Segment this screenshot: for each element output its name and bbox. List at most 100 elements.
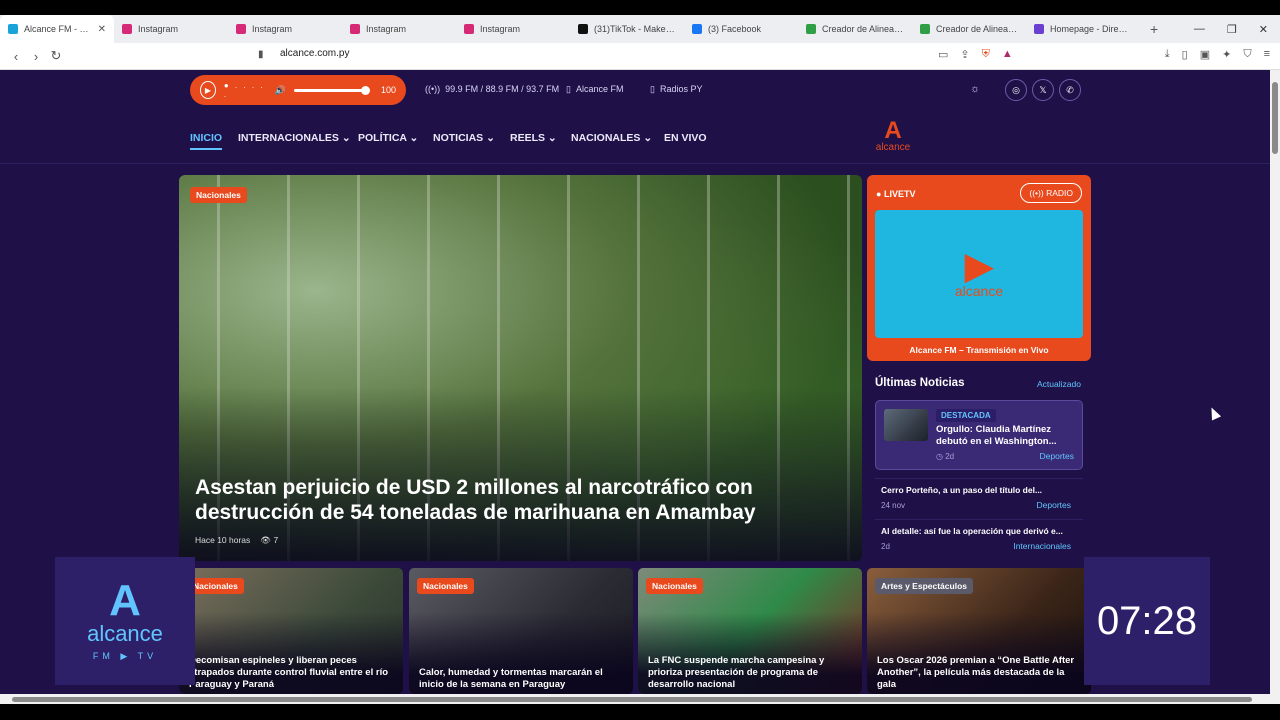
eye-icon: 👁 [260,535,272,545]
download-icon[interactable]: ⤓ [1165,48,1170,61]
brave-rewards-icon[interactable]: ▲ [1002,48,1013,61]
theme-toggle-icon[interactable]: ☼ [970,83,980,95]
url-field[interactable]: alcance.com.py [280,48,349,59]
featured-tag: DESTACADA [936,409,996,422]
tab-instagram-1[interactable]: Instagram [114,15,228,43]
news-card[interactable]: Nacionales Decomisan espineles y liberan… [179,568,403,694]
site-logo[interactable]: A alcance [870,119,916,154]
card-title[interactable]: Decomisan espineles y liberan peces atra… [189,655,394,691]
reload-icon[interactable]: ↻ [46,48,66,64]
maximize-icon[interactable]: ❐ [1227,23,1237,36]
featured-thumbnail [884,409,928,441]
sidebar-icon[interactable]: ▯ [1182,48,1188,61]
featured-title[interactable]: Orgullo: Claudia Martínez debutó en el W… [936,424,1076,448]
broadcast-icon: ((•)) [425,84,441,94]
instagram-icon [236,24,246,34]
hero-article[interactable]: Nacionales Asestan perjuicio de USD 2 mi… [179,175,862,561]
nav-nacionales[interactable]: NACIONALES ⌄ [571,132,652,144]
bookmark-icon[interactable]: ▮ [258,49,264,60]
play-icon[interactable]: ▶ [200,81,216,99]
news-card[interactable]: Nacionales Calor, humedad y tormentas ma… [409,568,633,694]
featured-news-item[interactable]: DESTACADA Orgullo: Claudia Martínez debu… [875,400,1083,470]
live-label: ● LIVETV [876,189,916,199]
card-title[interactable]: Los Oscar 2026 premian a “One Battle Aft… [877,655,1082,691]
instagram-icon[interactable]: ◎ [1005,79,1027,101]
latest-updated-link[interactable]: Actualizado [1037,379,1081,389]
featured-category[interactable]: Deportes [1040,451,1075,461]
nav-politica[interactable]: POLÍTICA ⌄ [358,132,418,144]
hero-category-badge[interactable]: Nacionales [190,187,247,203]
instagram-icon [464,24,474,34]
cast-icon[interactable]: ▭ [938,48,948,61]
minimize-icon[interactable]: — [1194,23,1205,36]
whatsapp-icon[interactable]: ✆ [1059,79,1081,101]
volume-slider[interactable] [293,85,371,95]
nav-noticias[interactable]: NOTICIAS ⌄ [433,132,495,144]
card-category-badge[interactable]: Nacionales [646,578,703,594]
hero-title[interactable]: Asestan perjuicio de USD 2 millones al n… [195,475,835,525]
phone-icon: ▯ [650,84,655,94]
tab-tiktok[interactable]: (31)TikTok - Make You [570,15,684,43]
card-category-badge[interactable]: Artes y Espectáculos [875,578,973,594]
phone-icon: ▯ [566,84,571,94]
radio-button[interactable]: ((•)) RADIO [1020,183,1082,203]
tab-facebook[interactable]: (3) Facebook [684,15,798,43]
frequency-info: ((•)) 99.9 FM / 88.9 FM / 93.7 FM [425,84,560,94]
card-category-badge[interactable]: Nacionales [417,578,474,594]
x-twitter-icon[interactable]: 𝕏 [1032,79,1054,101]
list-item[interactable]: Al detalle: así fue la operación que der… [875,519,1083,557]
featured-age: ◷ 2d [936,452,955,461]
radio-player: ▶ ● . . . . . 🔊 100 [190,75,406,105]
share-icon[interactable]: ⇪ [960,48,969,61]
clock-icon: ◷ [936,452,943,461]
news-card[interactable]: Artes y Espectáculos Los Oscar 2026 prem… [867,568,1091,694]
vpn-icon[interactable]: ⛉ [1243,48,1251,61]
forward-icon[interactable]: › [26,49,46,64]
volume-icon[interactable]: 🔊 [275,85,286,96]
play-icon[interactable]: ▶ [965,248,993,284]
instagram-icon [350,24,360,34]
menu-icon[interactable]: ≡ [1264,48,1270,61]
sheets-icon [920,24,930,34]
close-tab-icon[interactable]: ✕ [98,24,106,35]
card-category-badge[interactable]: Nacionales [187,578,244,594]
stream-overlay-clock: 07:28 [1084,557,1210,685]
horizontal-scrollbar[interactable] [0,694,1280,704]
link-alcance-fm[interactable]: ▯ Alcance FM [566,84,623,95]
nav-reels[interactable]: REELS ⌄ [510,132,557,144]
hero-meta: Hace 10 horas 👁 7 [195,535,279,545]
vertical-scrollbar[interactable] [1270,70,1280,694]
alcance-logo-icon: A [109,575,141,625]
tab-instagram-2[interactable]: Instagram [228,15,342,43]
list-item[interactable]: Cerro Porteño, a un paso del título del.… [875,478,1083,516]
volume-value: 100 [380,85,396,95]
card-title[interactable]: Calor, humedad y tormentas marcarán el i… [419,667,624,691]
instagram-icon [122,24,132,34]
live-caption: Alcance FM – Transmisión en Vivo [909,345,1049,355]
tab-creador-1[interactable]: Creador de Alineacio [798,15,912,43]
main-nav: INICIO INTERNACIONALES ⌄ POLÍTICA ⌄ NOTI… [0,110,1270,164]
nav-en-vivo[interactable]: EN VIVO [664,132,707,144]
back-icon[interactable]: ‹ [6,49,26,64]
browser-tab-bar: Alcance FM - Bue ✕ Instagram Instagram In… [0,15,1280,43]
tab-alcance[interactable]: Alcance FM - Bue ✕ [0,15,114,43]
broadcast-icon: ((•)) [1029,188,1044,198]
views-count: 👁 7 [260,535,279,545]
nav-inicio[interactable]: INICIO [190,132,223,150]
latest-news-heading: Últimas Noticias [875,377,965,389]
tab-instagram-3[interactable]: Instagram [342,15,456,43]
leo-icon[interactable]: ✦ [1222,48,1231,61]
live-video-player[interactable]: ▶ alcance [875,210,1083,338]
card-title[interactable]: La FNC suspende marcha campesina y prior… [648,655,853,691]
tab-instagram-4[interactable]: Instagram [456,15,570,43]
news-card[interactable]: Nacionales La FNC suspende marcha campes… [638,568,862,694]
wallet-icon[interactable]: ▣ [1200,48,1210,61]
tiktok-icon [578,24,588,34]
new-tab-icon[interactable]: + [1140,21,1168,37]
tab-homepage[interactable]: Homepage - Dirección [1026,15,1140,43]
brave-shield-icon[interactable]: ⛨ [982,48,990,61]
nav-internacionales[interactable]: INTERNACIONALES ⌄ [238,132,351,144]
close-window-icon[interactable]: ✕ [1259,23,1268,36]
tab-creador-2[interactable]: Creador de Alineacio [912,15,1026,43]
link-radios-py[interactable]: ▯ Radios PY [650,84,702,95]
